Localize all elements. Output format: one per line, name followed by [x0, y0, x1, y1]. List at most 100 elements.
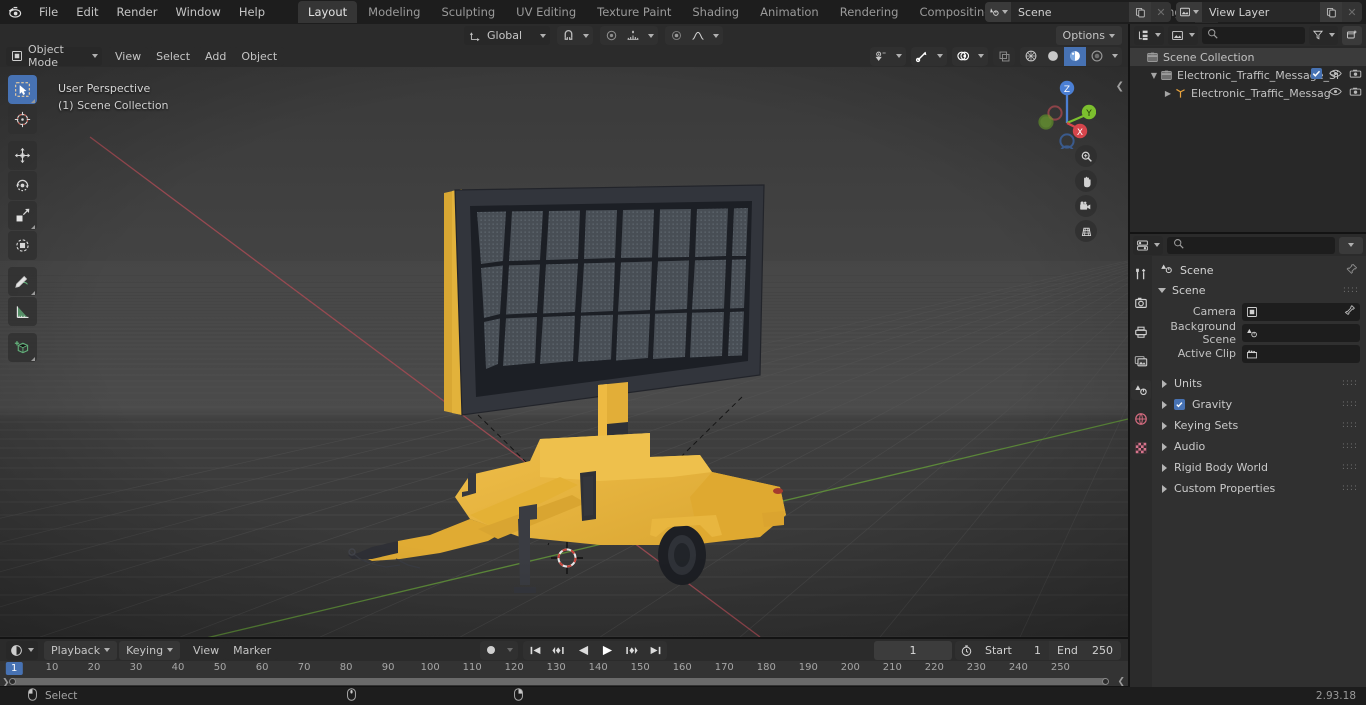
- scrollbar-handle-right[interactable]: [1102, 678, 1109, 685]
- menu-help[interactable]: Help: [230, 2, 274, 22]
- expand-triangle-icon[interactable]: [1162, 485, 1167, 493]
- eye-visibility-icon[interactable]: [1329, 68, 1342, 82]
- properties-editor-type-dropdown[interactable]: [1133, 236, 1163, 255]
- play-reverse-button[interactable]: [571, 641, 595, 660]
- workspace-tab-layout[interactable]: Layout: [298, 1, 357, 23]
- shading-rendered-icon[interactable]: [1086, 47, 1108, 66]
- sub-panel-gravity[interactable]: Gravity::::: [1152, 394, 1366, 415]
- workspace-tab-texture-paint[interactable]: Texture Paint: [587, 1, 681, 23]
- viewport-menu-add[interactable]: Add: [198, 47, 233, 66]
- tool-add-cube[interactable]: [8, 333, 37, 362]
- view-layer-properties-tab[interactable]: [1131, 351, 1151, 371]
- scrollbar-handle-left[interactable]: [9, 678, 16, 685]
- tool-rotate[interactable]: [8, 171, 37, 200]
- expand-triangle-icon[interactable]: [1162, 380, 1167, 388]
- workspace-tab-modeling[interactable]: Modeling: [358, 1, 430, 23]
- outliner-row[interactable]: Scene Collection: [1130, 48, 1366, 66]
- stopwatch-icon[interactable]: [955, 641, 977, 660]
- workspace-tab-rendering[interactable]: Rendering: [830, 1, 909, 23]
- outliner-row[interactable]: ▶Electronic_Traffic_Messag: [1130, 84, 1366, 102]
- proportional-connected-icon[interactable]: [665, 26, 687, 45]
- field-camera[interactable]: [1242, 303, 1360, 321]
- camera-render-visibility-icon[interactable]: [1349, 86, 1362, 100]
- transform-orientation-dropdown[interactable]: Global: [464, 26, 550, 45]
- workspace-tab-sculpting[interactable]: Sculpting: [431, 1, 505, 23]
- frame-start-field[interactable]: Start 1: [977, 641, 1049, 660]
- jump-to-start-button[interactable]: [523, 641, 547, 660]
- panel-collapse-icon[interactable]: ❮: [1116, 81, 1124, 92]
- timeline-playback-dropdown[interactable]: Playback: [44, 641, 117, 660]
- toggle-perspective-ortho-icon[interactable]: [1075, 220, 1097, 242]
- falloff-dropdown[interactable]: [644, 26, 658, 45]
- timeline-menu-view[interactable]: View: [186, 641, 226, 660]
- panel-drag-dots[interactable]: ::::: [1342, 444, 1358, 449]
- menu-window[interactable]: Window: [166, 2, 229, 22]
- smooth-falloff-icon[interactable]: [622, 26, 644, 45]
- view-layer-unlink-button[interactable]: ✕: [1342, 2, 1362, 22]
- tool-scale[interactable]: [8, 201, 37, 230]
- panel-drag-dots[interactable]: ::::: [1342, 486, 1358, 491]
- timeline-horizontal-scrollbar[interactable]: [10, 678, 1108, 685]
- eyedropper-icon[interactable]: [1344, 304, 1356, 319]
- menu-render[interactable]: Render: [108, 2, 167, 22]
- panel-drag-dots[interactable]: ::::: [1342, 423, 1358, 428]
- new-collection-icon[interactable]: [1342, 26, 1362, 45]
- outliner-filter-dropdown[interactable]: [1309, 26, 1338, 45]
- camera-render-visibility-icon[interactable]: [1349, 68, 1362, 82]
- field-background-scene[interactable]: [1242, 324, 1360, 342]
- magnet-icon[interactable]: [557, 26, 579, 45]
- 3d-viewport[interactable]: User Perspective (1) Scene Collection: [0, 67, 1128, 637]
- viewport-menu-view[interactable]: View: [108, 47, 148, 66]
- expand-triangle-icon[interactable]: ▶: [1162, 89, 1174, 98]
- overlays-dropdown[interactable]: [974, 47, 988, 66]
- current-frame-field[interactable]: 1: [874, 641, 952, 660]
- field-active-clip[interactable]: [1242, 345, 1360, 363]
- menu-file[interactable]: File: [30, 2, 67, 22]
- new-copy-icon[interactable]: [1320, 2, 1342, 22]
- tool-properties-tab[interactable]: [1131, 264, 1151, 284]
- timeline-playhead[interactable]: 1: [6, 662, 22, 675]
- timeline-ruler[interactable]: 1020304050607080901001101201301401501601…: [0, 661, 1128, 677]
- scene-icon[interactable]: [985, 2, 1011, 22]
- timeline-body[interactable]: 1020304050607080901001101201301401501601…: [0, 661, 1128, 687]
- scene-name-field[interactable]: Scene: [1011, 2, 1129, 22]
- timeline-menu-marker[interactable]: Marker: [226, 641, 278, 660]
- scene-properties-tab[interactable]: [1131, 380, 1151, 400]
- falloff-curve-icon[interactable]: [687, 26, 709, 45]
- zoom-view-icon[interactable]: [1075, 145, 1097, 167]
- blender-logo-icon[interactable]: [0, 0, 30, 24]
- play-button[interactable]: [595, 641, 619, 660]
- output-properties-tab[interactable]: [1131, 322, 1151, 342]
- shading-wireframe-icon[interactable]: [1020, 47, 1042, 66]
- tool-annotate[interactable]: [8, 267, 37, 296]
- tool-transform[interactable]: [8, 231, 37, 260]
- timeline-keying-dropdown[interactable]: Keying: [119, 641, 180, 660]
- outliner-display-mode-dropdown[interactable]: [1134, 26, 1164, 45]
- tool-tweak-select-box[interactable]: [8, 75, 37, 104]
- viewport-menu-select[interactable]: Select: [149, 47, 197, 66]
- collapse-triangle-icon[interactable]: ▼: [1148, 71, 1160, 80]
- proportional-edit-icon[interactable]: [600, 26, 622, 45]
- panel-drag-dots[interactable]: ::::: [1342, 402, 1358, 407]
- properties-search-input[interactable]: [1167, 237, 1335, 254]
- view-layer-icon[interactable]: [1176, 2, 1202, 22]
- shading-popover-dropdown[interactable]: [1108, 47, 1122, 66]
- jump-to-prev-keyframe-button[interactable]: [547, 641, 571, 660]
- object-types-visibility-icon[interactable]: [870, 47, 892, 66]
- tool-measure[interactable]: [8, 297, 37, 326]
- xray-toggle-icon[interactable]: [993, 47, 1015, 66]
- falloff-curve-dropdown[interactable]: [709, 26, 723, 45]
- sub-panel-keying-sets[interactable]: Keying Sets::::: [1152, 415, 1366, 436]
- snapping-options-dropdown[interactable]: [579, 26, 593, 45]
- expand-triangle-icon[interactable]: [1162, 422, 1167, 430]
- visibility-dropdown[interactable]: [892, 47, 906, 66]
- workspace-tab-uv-editing[interactable]: UV Editing: [506, 1, 586, 23]
- panel-drag-dots[interactable]: ::::: [1342, 465, 1358, 470]
- checkbox-enabled-icon[interactable]: [1174, 399, 1185, 410]
- overlays-icon[interactable]: [952, 47, 974, 66]
- workspace-tab-animation[interactable]: Animation: [750, 1, 829, 23]
- interaction-mode-dropdown[interactable]: Object Mode: [6, 47, 102, 66]
- jump-to-end-button[interactable]: [643, 641, 667, 660]
- world-properties-tab[interactable]: [1131, 409, 1151, 429]
- frame-end-field[interactable]: End 250: [1049, 641, 1121, 660]
